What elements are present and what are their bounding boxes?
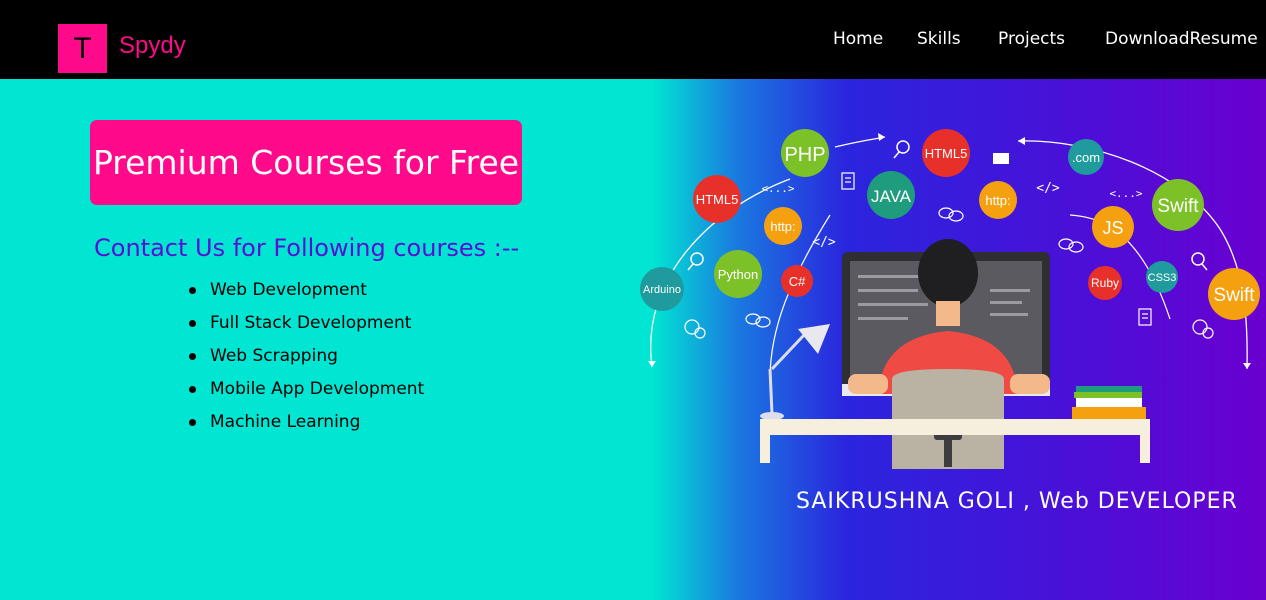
- dotcom-badge-icon: .com: [1068, 139, 1104, 175]
- list-item: Full Stack Development: [188, 312, 424, 345]
- svg-text:http:: http:: [985, 193, 1010, 208]
- css3-badge-icon: CSS3: [1146, 261, 1178, 293]
- nav-skills-link[interactable]: Skills: [917, 29, 961, 49]
- http-badge-icon: http:: [764, 207, 802, 245]
- java-badge-icon: JAVA: [867, 171, 915, 219]
- html5-badge-icon: HTML5: [922, 129, 970, 177]
- chat-icon: [938, 207, 964, 222]
- svg-text:Ruby: Ruby: [1091, 276, 1119, 290]
- nav-home-link[interactable]: Home: [833, 29, 883, 49]
- lamp-icon: [760, 324, 830, 420]
- gear-icon: [1192, 319, 1214, 339]
- search-icon: [1191, 252, 1208, 271]
- svg-text:JS: JS: [1102, 218, 1123, 238]
- courses-panel: Premium Courses for Free Contact Us for …: [0, 79, 650, 600]
- navbar: T Spydy Home Skills Projects DownloadRes…: [0, 0, 1266, 79]
- arduino-badge-icon: Arduino: [640, 267, 684, 311]
- code-tag-icon: <...>: [1109, 187, 1142, 200]
- js-badge-icon: JS: [1092, 206, 1134, 248]
- developer-illustration: PHP HTML5 JAVA HTML5 http: .com Swift ht…: [640, 129, 1260, 469]
- swift-badge-icon: Swift: [1208, 268, 1260, 320]
- gear-icon: [684, 319, 706, 339]
- svg-text:http:: http:: [770, 219, 795, 234]
- python-badge-icon: Python: [714, 250, 762, 298]
- folder-icon: [993, 153, 1009, 164]
- svg-text:HTML5: HTML5: [925, 146, 968, 161]
- svg-text:.com: .com: [1072, 150, 1100, 165]
- document-icon: [841, 172, 855, 190]
- list-item: Web Development: [188, 279, 424, 312]
- list-item: Machine Learning: [188, 411, 424, 444]
- logo-icon[interactable]: T: [58, 24, 107, 73]
- hero-panel: PHP HTML5 JAVA HTML5 http: .com Swift ht…: [620, 79, 1266, 600]
- code-tag-icon: </>: [812, 235, 836, 250]
- svg-text:PHP: PHP: [784, 144, 825, 166]
- svg-text:Arduino: Arduino: [643, 284, 681, 296]
- main-section: Premium Courses for Free Contact Us for …: [0, 79, 1266, 600]
- code-tag-icon: <...>: [761, 182, 794, 195]
- svg-text:Python: Python: [718, 267, 758, 282]
- list-item: Web Scrapping: [188, 345, 424, 378]
- svg-text:Swift: Swift: [1157, 196, 1199, 217]
- svg-text:JAVA: JAVA: [871, 187, 912, 206]
- http-badge-icon: http:: [979, 181, 1017, 219]
- brand-name[interactable]: Spydy: [119, 32, 186, 60]
- chat-icon: [745, 313, 771, 328]
- contact-heading: Contact Us for Following courses :--: [94, 234, 520, 262]
- svg-text:Swift: Swift: [1213, 285, 1255, 306]
- document-icon: [1138, 308, 1152, 326]
- chat-icon: [1058, 238, 1084, 253]
- list-item: Mobile App Development: [188, 378, 424, 411]
- nav-projects-link[interactable]: Projects: [998, 29, 1065, 49]
- svg-text:CSS3: CSS3: [1148, 272, 1177, 284]
- ruby-badge-icon: Ruby: [1088, 266, 1122, 300]
- arc-line: [834, 136, 886, 148]
- arrow-icon: [878, 133, 885, 141]
- php-badge-icon: PHP: [781, 129, 829, 177]
- books-icon: [1072, 386, 1146, 419]
- hero-tagline: SAIKRUSHNA GOLI , Web DEVELOPER: [796, 489, 1238, 514]
- swift-badge-icon: Swift: [1152, 179, 1204, 231]
- course-list: Web Development Full Stack Development W…: [188, 279, 424, 444]
- arrow-icon: [1243, 363, 1251, 369]
- csharp-badge-icon: C#: [781, 265, 813, 297]
- svg-text:HTML5: HTML5: [696, 192, 739, 207]
- arrow-icon: [648, 361, 656, 367]
- svg-text:C#: C#: [789, 274, 806, 289]
- arrow-icon: [1018, 137, 1025, 145]
- search-icon: [893, 140, 910, 159]
- html5-badge-icon: HTML5: [693, 175, 741, 223]
- promo-banner: Premium Courses for Free: [90, 120, 522, 205]
- search-icon: [687, 252, 704, 271]
- code-tag-icon: </>: [1036, 181, 1060, 196]
- nav-download-resume-link[interactable]: DownloadResume: [1105, 29, 1258, 49]
